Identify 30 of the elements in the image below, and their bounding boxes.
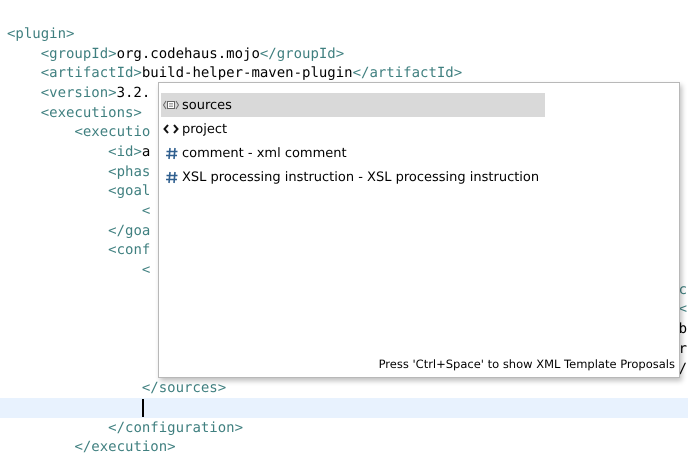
proposal-item[interactable]: XSL processing instruction - XSL processing instruction	[161, 165, 545, 189]
code-line: <conf	[107, 241, 150, 260]
proposal-item[interactable]: sources	[161, 93, 545, 117]
code-line: </execution>	[73, 438, 176, 457]
code-line: <executions>	[40, 104, 142, 122]
code-fragment: c	[678, 282, 687, 298]
code-fragment: /	[678, 360, 687, 377]
code-line: <phas	[107, 162, 150, 182]
hash-icon	[165, 170, 179, 184]
code-line: <	[140, 261, 150, 280]
element-icon	[163, 100, 179, 110]
proposal-item[interactable]: comment - xml comment	[161, 141, 545, 165]
code-line: </goa	[107, 222, 150, 240]
code-line: <plugin>	[7, 24, 74, 44]
code-fragment: b	[678, 321, 687, 338]
proposal-item[interactable]: project	[161, 117, 545, 141]
code-line: <groupId>org.codehaus.mojo</groupId>	[40, 44, 344, 64]
code-line: <artifactId>build-helper-maven-plugin</artifactId>	[40, 64, 462, 83]
code-fragment: r	[678, 340, 687, 357]
tag-icon	[163, 124, 179, 134]
hint-text: Press 'Ctrl+Space' to show XML Template Proposals	[378, 357, 676, 373]
code-line: <	[140, 202, 150, 221]
text-cursor	[142, 398, 144, 417]
code-line: </sources>	[140, 379, 226, 398]
hash-icon	[165, 146, 179, 160]
code-line: <id>a	[107, 142, 150, 162]
code-line: <goal	[107, 182, 150, 201]
code-line: <version>3.2.	[40, 84, 150, 102]
code-line: </configuration>	[107, 418, 244, 438]
code-line: <executio	[73, 123, 150, 142]
